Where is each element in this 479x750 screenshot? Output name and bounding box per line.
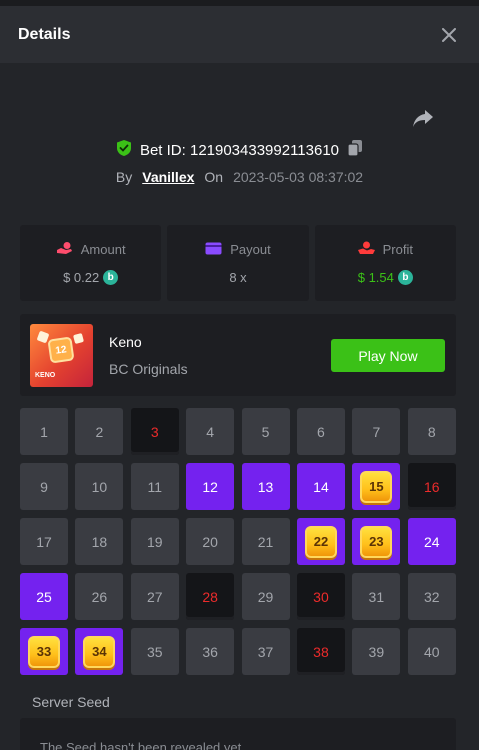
keno-cell-31: 31	[352, 573, 401, 620]
stat-label: Profit	[382, 242, 413, 257]
keno-cell-14: 14	[296, 463, 345, 510]
keno-ball-icon: 12	[47, 336, 75, 364]
keno-cell-9: 9	[20, 463, 68, 510]
details-header: Details	[0, 6, 479, 63]
keno-cell-5: 5	[241, 408, 290, 455]
keno-cell-4: 4	[186, 408, 235, 455]
keno-cell-23: 23	[352, 518, 401, 565]
close-icon[interactable]	[439, 25, 459, 45]
server-seed-label: Server Seed	[32, 694, 110, 710]
amount-icon	[56, 241, 73, 258]
gem-icon: 34	[83, 635, 116, 668]
stat-value: 8 x	[229, 269, 247, 285]
stat-profit: Profit $ 1.54 b	[314, 225, 456, 301]
keno-cell-3: 3	[130, 408, 179, 455]
bet-id: Bet ID: 121903433992113610	[139, 141, 340, 159]
on-label: On	[204, 169, 224, 185]
keno-cell-1: 1	[20, 408, 68, 455]
keno-thumbnail[interactable]: 12 KENO	[30, 324, 93, 387]
keno-cell-39: 39	[352, 628, 401, 675]
bet-id-row: Bet ID: 121903433992113610	[0, 138, 479, 162]
game-provider: BC Originals	[109, 361, 188, 377]
user-link[interactable]: Vanillex	[142, 169, 194, 185]
keno-cell-6: 6	[296, 408, 345, 455]
keno-cell-32: 32	[407, 573, 456, 620]
keno-board: 1 2 3 4 5 6 7 8 9 10 11 12 13 14 15 16 17 18 19 20 21 22 23 24 2…	[20, 408, 456, 675]
keno-cell-16: 16	[407, 463, 456, 510]
copy-icon[interactable]	[347, 139, 363, 161]
stat-value: $ 0.22	[63, 270, 100, 285]
gem-icon: 15	[360, 470, 393, 503]
stat-amount: Amount $ 0.22 b	[20, 225, 162, 301]
keno-cell-24: 24	[407, 518, 456, 565]
gem-icon: 22	[304, 525, 337, 558]
profit-icon	[357, 241, 375, 258]
bet-byline: By Vanillex On 2023-05-03 08:37:02	[0, 166, 479, 188]
keno-cell-18: 18	[75, 518, 124, 565]
coin-icon: b	[397, 270, 413, 285]
keno-cell-17: 17	[20, 518, 68, 565]
payout-card-icon	[205, 242, 222, 258]
keno-cell-12: 12	[186, 463, 235, 510]
keno-cell-35: 35	[130, 628, 179, 675]
keno-cell-19: 19	[130, 518, 179, 565]
keno-cell-26: 26	[75, 573, 124, 620]
keno-cell-36: 36	[186, 628, 235, 675]
game-card: 12 KENO Keno BC Originals Play Now	[20, 314, 456, 396]
keno-cell-22: 22	[296, 518, 345, 565]
thumb-label: KENO	[35, 372, 56, 379]
game-name[interactable]: Keno	[109, 334, 142, 350]
keno-cell-8: 8	[407, 408, 456, 455]
share-icon[interactable]	[411, 108, 435, 130]
keno-cell-20: 20	[186, 518, 235, 565]
server-seed-box: The Seed hasn't been revealed yet	[20, 718, 456, 750]
by-label: By	[115, 169, 133, 185]
keno-cell-7: 7	[352, 408, 401, 455]
server-seed-text: The Seed hasn't been revealed yet	[40, 740, 242, 750]
die-icon	[72, 332, 85, 345]
gem-icon: 23	[360, 525, 393, 558]
keno-cell-27: 27	[130, 573, 179, 620]
stat-value: $ 1.54	[357, 270, 394, 285]
keno-cell-10: 10	[75, 463, 124, 510]
stat-label: Amount	[80, 242, 126, 257]
keno-cell-25: 25	[20, 573, 68, 620]
keno-cell-40: 40	[407, 628, 456, 675]
keno-cell-13: 13	[241, 463, 290, 510]
page-title: Details	[18, 25, 71, 43]
bet-date: 2023-05-03 08:37:02	[233, 169, 364, 185]
keno-cell-33: 33	[20, 628, 68, 675]
verified-shield-icon	[116, 139, 132, 161]
keno-cell-11: 11	[130, 463, 179, 510]
keno-cell-15: 15	[352, 463, 401, 510]
coin-icon: b	[103, 270, 119, 285]
stat-label: Payout	[230, 242, 271, 257]
bet-stats: Amount $ 0.22 b Payout 8 x Profit $ 1.54…	[20, 225, 456, 301]
stat-payout: Payout 8 x	[167, 225, 309, 301]
keno-cell-28: 28	[186, 573, 235, 620]
keno-cell-30: 30	[296, 573, 345, 620]
keno-cell-34: 34	[75, 628, 124, 675]
keno-cell-38: 38	[296, 628, 345, 675]
keno-cell-2: 2	[75, 408, 124, 455]
keno-cell-21: 21	[241, 518, 290, 565]
gem-icon: 33	[28, 635, 60, 668]
keno-cell-37: 37	[241, 628, 290, 675]
keno-cell-29: 29	[241, 573, 290, 620]
play-now-button[interactable]: Play Now	[331, 339, 445, 372]
